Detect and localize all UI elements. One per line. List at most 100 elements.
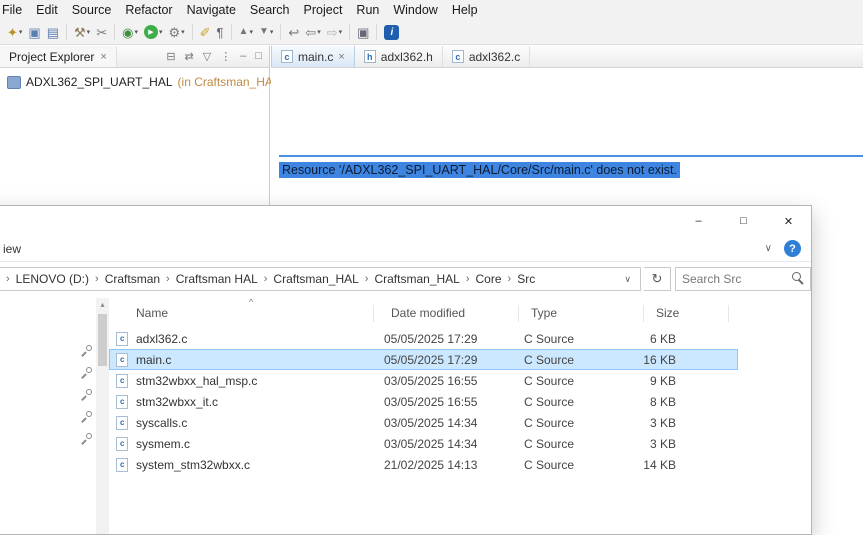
save-button[interactable]: ▣ xyxy=(25,22,43,42)
tab-label: main.c xyxy=(298,49,334,64)
tab-project-explorer[interactable]: Project Explorer × xyxy=(0,46,117,67)
table-row[interactable]: system_stm32wbxx.c 21/02/2025 14:13 C So… xyxy=(109,454,738,475)
search-input[interactable] xyxy=(676,272,788,286)
info-icon: i xyxy=(384,24,400,40)
file-explorer-window: – □ ✕ iew ∨ ? › LENOVO (D:) › Craftsman … xyxy=(0,205,812,535)
scrollbar-thumb[interactable] xyxy=(98,314,107,366)
file-modified: 21/02/2025 14:13 xyxy=(384,457,478,472)
column-header-name[interactable]: Name xyxy=(136,306,168,320)
maximize-button[interactable]: □ xyxy=(721,206,766,236)
column-header-size[interactable]: Size xyxy=(656,306,679,320)
c-source-file-icon xyxy=(116,436,128,451)
chevron-right-icon: › xyxy=(364,273,369,285)
title-bar[interactable]: – □ ✕ xyxy=(0,206,811,236)
column-header-modified[interactable]: Date modified xyxy=(391,306,465,320)
c-source-file-icon xyxy=(116,457,128,472)
pin-icon xyxy=(80,389,92,401)
new-wizard-icon: ✦ xyxy=(7,24,18,40)
hammer-icon: ⚒ xyxy=(74,24,86,40)
file-name: main.c xyxy=(136,352,172,367)
table-row[interactable]: stm32wbxx_it.c 03/05/2025 16:55 C Source… xyxy=(109,391,738,412)
menu-refactor[interactable]: Refactor xyxy=(118,1,179,19)
mark-occurrences-button[interactable]: ✐ xyxy=(197,22,214,42)
next-annotation-button[interactable]: ▼ ▾ xyxy=(256,22,276,42)
pin-icon xyxy=(80,411,92,423)
refresh-button[interactable]: ↻ xyxy=(644,267,671,291)
back-button[interactable]: ⇦ ▾ xyxy=(302,22,323,42)
save-all-icon: ▤ xyxy=(46,24,60,40)
close-icon[interactable]: × xyxy=(100,51,106,63)
menu-run[interactable]: Run xyxy=(349,1,386,19)
column-header-type[interactable]: Type xyxy=(531,306,557,320)
table-row[interactable]: sysmem.c 03/05/2025 14:34 C Source 3 KB xyxy=(109,433,738,454)
breadcrumb[interactable]: › LENOVO (D:) › Craftsman › Craftsman HA… xyxy=(0,267,641,291)
debug-button[interactable]: ◉ ▾ xyxy=(119,22,141,42)
link-editor-icon[interactable]: ⇄ xyxy=(185,50,194,63)
menu-edit[interactable]: Edit xyxy=(29,1,65,19)
help-icon[interactable]: ? xyxy=(784,240,801,257)
tab-label: adxl362.c xyxy=(468,49,521,64)
nav-scrollbar[interactable]: ▴ xyxy=(96,298,109,534)
forward-button[interactable]: ⇨ ▾ xyxy=(324,22,345,42)
close-button[interactable]: ✕ xyxy=(766,206,811,236)
last-edit-button[interactable]: ↩ xyxy=(285,22,302,42)
external-tools-button[interactable]: ⚙ ▾ xyxy=(165,22,187,42)
file-type: C Source xyxy=(524,436,575,451)
file-type: C Source xyxy=(524,394,575,409)
breadcrumb-item-src[interactable]: Src xyxy=(517,272,535,286)
table-row-selected[interactable]: main.c 05/05/2025 17:29 C Source 16 KB xyxy=(109,349,738,370)
ribbon-collapse-icon[interactable]: ∨ xyxy=(765,243,772,254)
show-whitespace-button[interactable]: ¶ xyxy=(214,22,227,42)
search-icon[interactable] xyxy=(788,268,810,290)
menu-project[interactable]: Project xyxy=(297,1,350,19)
tab-main-c[interactable]: c main.c × xyxy=(271,46,355,67)
file-rows: adxl362.c 05/05/2025 17:29 C Source 6 KB… xyxy=(109,328,738,475)
table-row[interactable]: syscalls.c 03/05/2025 14:34 C Source 3 K… xyxy=(109,412,738,433)
information-center-button[interactable]: i xyxy=(381,22,402,42)
scroll-up-icon[interactable]: ▴ xyxy=(96,298,109,312)
breadcrumb-item-drive[interactable]: LENOVO (D:) xyxy=(16,272,89,286)
cut-button[interactable]: ✂ xyxy=(93,22,110,42)
menu-help[interactable]: Help xyxy=(445,1,485,19)
table-row[interactable]: stm32wbxx_hal_msp.c 03/05/2025 16:55 C S… xyxy=(109,370,738,391)
table-row[interactable]: adxl362.c 05/05/2025 17:29 C Source 6 KB xyxy=(109,328,738,349)
file-modified: 05/05/2025 17:29 xyxy=(384,331,478,346)
open-perspective-button[interactable]: ▣ xyxy=(354,22,372,42)
project-icon xyxy=(7,75,21,89)
close-icon[interactable]: × xyxy=(338,51,344,63)
filter-icon[interactable]: ▽ xyxy=(203,50,211,63)
tab-adxl362-h[interactable]: h adxl362.h xyxy=(355,46,443,67)
pin-icon xyxy=(80,367,92,379)
run-button[interactable]: ▶ ▾ xyxy=(141,22,166,42)
menu-navigate[interactable]: Navigate xyxy=(180,1,243,19)
minimize-view-icon[interactable]: – xyxy=(240,50,246,63)
breadcrumb-item[interactable]: Craftsman xyxy=(105,272,160,286)
project-tree-item[interactable]: ADXL362_SPI_UART_HAL (in Craftsman_HAL) xyxy=(7,75,284,89)
collapse-all-icon[interactable]: ⊟ xyxy=(166,50,175,63)
menu-window[interactable]: Window xyxy=(386,1,444,19)
save-all-button[interactable]: ▤ xyxy=(44,22,62,42)
close-icon: ✕ xyxy=(783,215,794,228)
build-button[interactable]: ⚒ ▾ xyxy=(71,22,93,42)
navigation-pane: ▴ xyxy=(0,298,109,534)
new-wizard-button[interactable]: ✦ ▾ xyxy=(4,22,25,42)
project-explorer-title: Project Explorer xyxy=(9,49,95,64)
perspective-icon: ▣ xyxy=(357,24,370,40)
tab-adxl362-c[interactable]: c adxl362.c xyxy=(443,46,531,67)
view-menu-icon[interactable]: ⋮ xyxy=(220,50,231,63)
breadcrumb-item[interactable]: Craftsman HAL xyxy=(176,272,258,286)
breadcrumb-item[interactable]: Craftsman_HAL xyxy=(273,272,358,286)
editor-tab-bar: c main.c × h adxl362.h c adxl362.c xyxy=(271,46,863,68)
breadcrumb-item[interactable]: Craftsman_HAL xyxy=(374,272,459,286)
menu-file[interactable]: File xyxy=(0,1,29,19)
c-source-file-icon xyxy=(116,331,128,346)
previous-annotation-button[interactable]: ▲ ▾ xyxy=(236,22,256,42)
minimize-button[interactable]: – xyxy=(676,206,721,236)
file-modified: 03/05/2025 16:55 xyxy=(384,394,478,409)
breadcrumb-item-core[interactable]: Core xyxy=(476,272,502,286)
menu-search[interactable]: Search xyxy=(243,1,297,19)
chevron-down-icon[interactable]: ∨ xyxy=(619,274,636,285)
maximize-view-icon[interactable]: □ xyxy=(255,50,262,63)
menu-source[interactable]: Source xyxy=(65,1,119,19)
tab-view[interactable]: iew xyxy=(3,242,21,256)
